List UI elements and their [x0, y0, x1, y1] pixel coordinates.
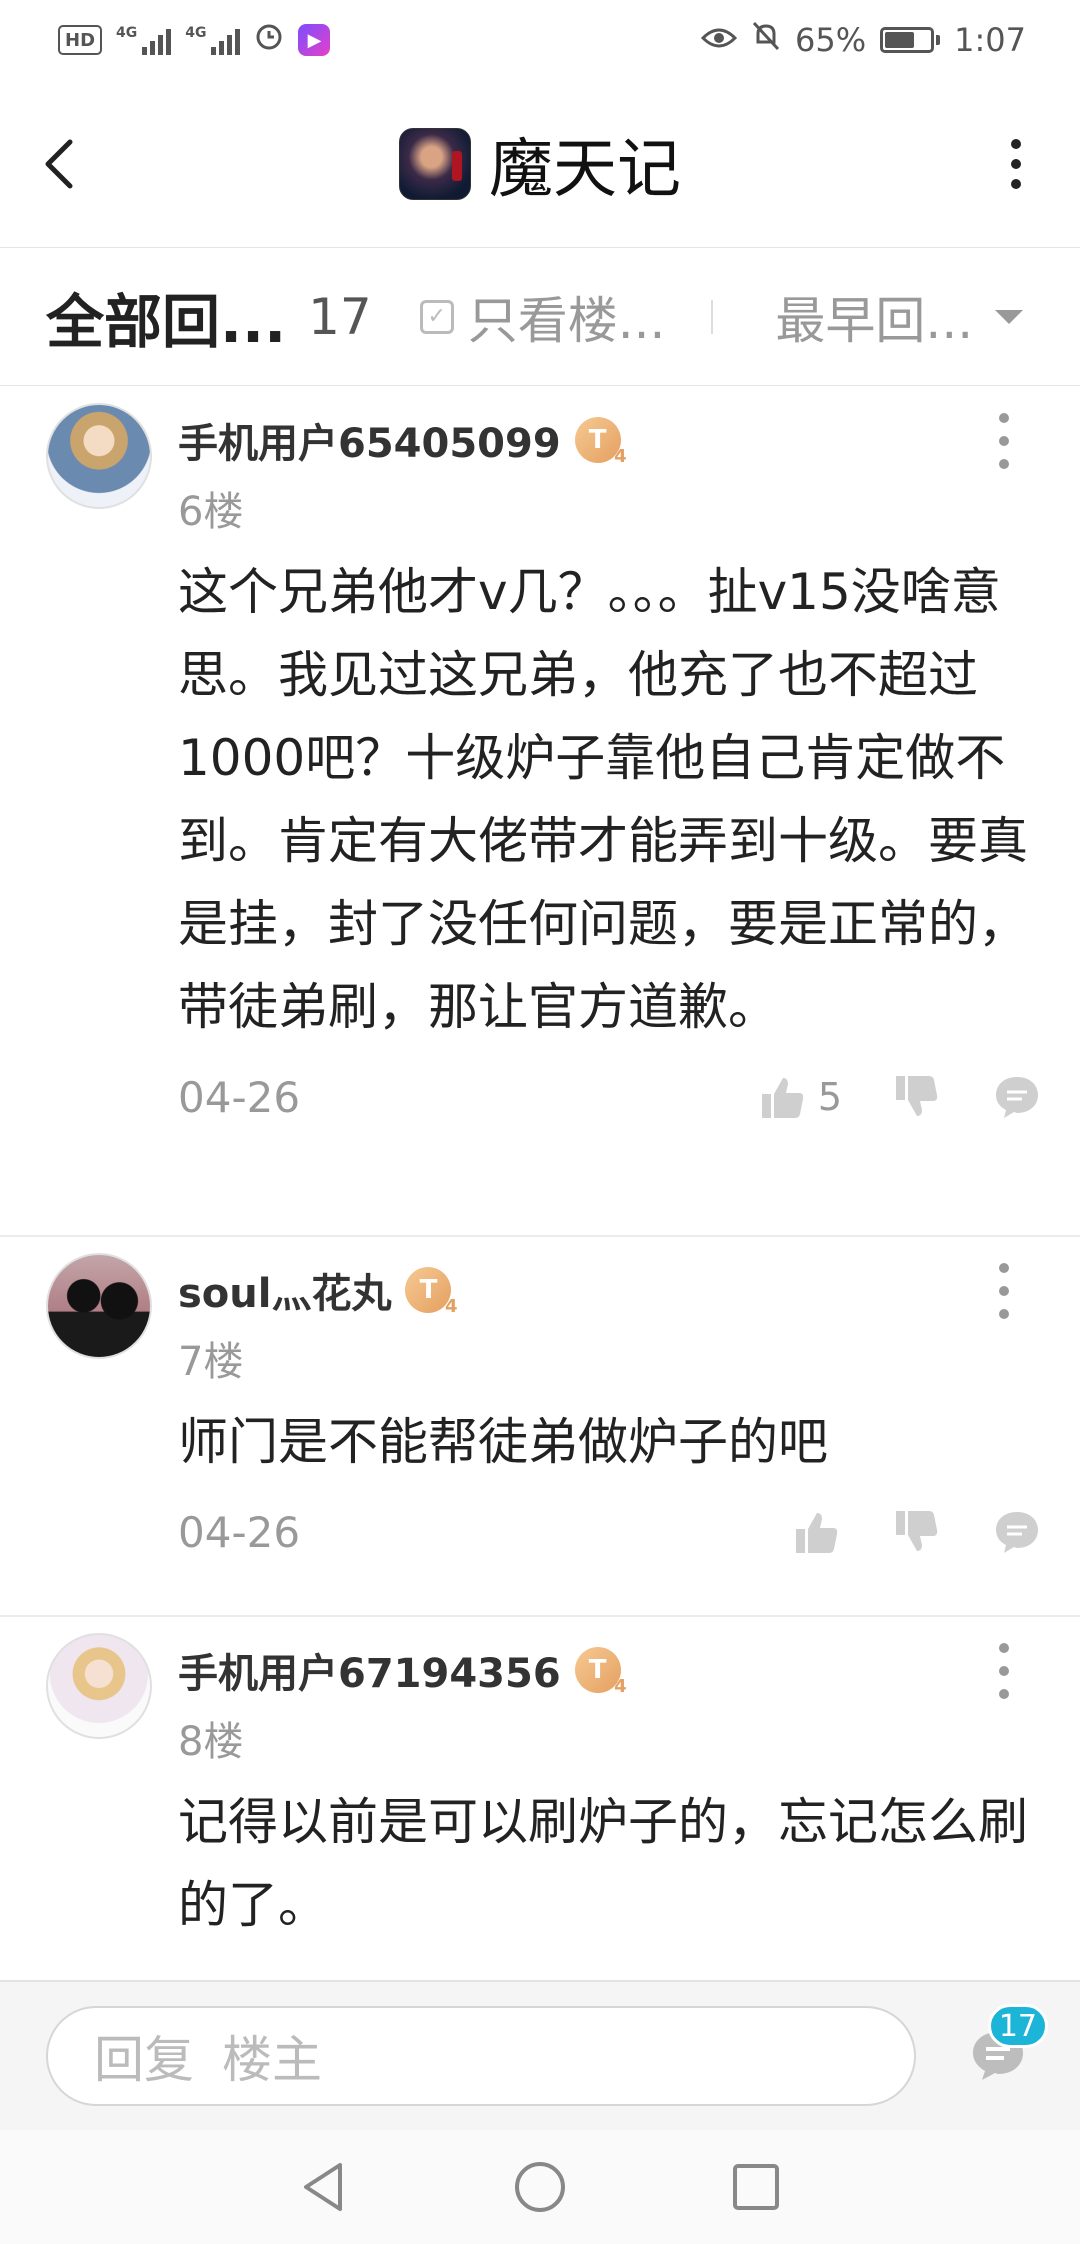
signal-icon: 4G — [185, 25, 241, 55]
status-left: HD 4G 4G ▶ — [58, 21, 331, 59]
vertical-dots-icon — [999, 413, 1009, 423]
thumbs-down-icon — [896, 1076, 938, 1116]
avatar[interactable] — [46, 1633, 152, 1739]
sort-dropdown[interactable]: 最早回... — [775, 281, 1024, 353]
post-date: 04-26 — [178, 1507, 301, 1557]
divider — [711, 299, 714, 334]
post-actions — [792, 1507, 1042, 1557]
floor-number: 6楼 — [178, 489, 244, 535]
reply-count: 17 — [308, 287, 372, 346]
list-item: 手机用户67194356 T 8楼 记得以前是可以刷炉子的，忘记怎么刷的了。 — [0, 1617, 1080, 1980]
reply-target: 楼主 — [222, 2031, 322, 2089]
only-op-label: 只看楼... — [467, 291, 666, 350]
system-nav-bar — [0, 2130, 1080, 2244]
back-button[interactable] — [40, 129, 90, 199]
level-badge: T — [574, 417, 627, 467]
thumbs-up-icon — [796, 1513, 838, 1553]
checkbox-icon[interactable]: ✓ — [419, 299, 454, 334]
forum-name: 魔天记 — [489, 132, 681, 207]
floor-number: 8楼 — [178, 1719, 244, 1765]
thumbs-up-icon — [761, 1078, 803, 1118]
reply-input[interactable]: 回复 楼主 — [46, 2006, 916, 2106]
post-menu-button[interactable] — [994, 413, 1014, 469]
dislike-button[interactable] — [892, 1072, 942, 1122]
vertical-dots-icon — [999, 1643, 1009, 1653]
user-row: 手机用户65405099 T — [178, 407, 1034, 473]
user-row: 手机用户67194356 T — [178, 1637, 1034, 1703]
comment-button[interactable] — [992, 1507, 1042, 1557]
post-actions: 5 — [758, 1072, 1042, 1122]
more-options-button[interactable] — [996, 129, 1036, 199]
username[interactable]: soul灬花丸 — [178, 1261, 391, 1319]
user-row: soul灬花丸 T — [178, 1257, 1034, 1323]
floor-number: 7楼 — [178, 1339, 244, 1385]
post-meta: 04-26 5 — [178, 1067, 1038, 1127]
level-badge: T — [574, 1647, 627, 1697]
eye-icon — [700, 21, 738, 59]
back-triangle-icon[interactable] — [296, 2159, 352, 2215]
avatar[interactable] — [46, 1253, 152, 1359]
thumbs-down-icon — [896, 1511, 938, 1551]
post-content: 师门是不能帮徒弟做炉子的吧 — [178, 1413, 828, 1471]
dislike-button[interactable] — [892, 1507, 942, 1557]
recents-square-icon[interactable] — [728, 2159, 784, 2215]
forum-title[interactable]: 魔天记 — [399, 118, 681, 210]
chevron-left-icon — [45, 139, 73, 188]
sort-label: 最早回... — [775, 291, 974, 350]
list-item: 手机用户65405099 T 6楼 这个兄弟他才v几？。。。扯v15没啥意思。我… — [0, 387, 1080, 1237]
mute-bell-icon — [751, 20, 781, 60]
forum-logo — [399, 127, 471, 200]
post-menu-button[interactable] — [994, 1643, 1014, 1699]
reply-placeholder: 回复 — [94, 2031, 194, 2089]
post-menu-button[interactable] — [994, 1263, 1014, 1319]
comment-button[interactable] — [992, 1072, 1042, 1122]
alarm-icon — [254, 21, 284, 59]
comment-bubble-icon — [996, 1512, 1038, 1553]
username[interactable]: 手机用户65405099 — [178, 411, 561, 469]
caret-down-icon — [995, 309, 1024, 324]
reply-list[interactable]: 手机用户65405099 T 6楼 这个兄弟他才v几？。。。扯v15没啥意思。我… — [0, 387, 1080, 1980]
reply-bar: 回复 楼主 17 — [0, 1980, 1080, 2130]
video-app-icon: ▶ — [298, 24, 331, 56]
comment-count-badge: 17 — [987, 2004, 1048, 2048]
post-meta: 04-26 — [178, 1502, 1038, 1562]
username[interactable]: 手机用户67194356 — [178, 1641, 561, 1699]
post-date: 04-26 — [178, 1072, 301, 1122]
list-item: soul灬花丸 T 7楼 师门是不能帮徒弟做炉子的吧 04-26 — [0, 1237, 1080, 1617]
comment-bubble-icon — [996, 1077, 1038, 1118]
only-op-toggle[interactable]: ✓ 只看楼... — [419, 281, 666, 353]
status-right: 65% 1:07 — [700, 20, 1026, 60]
vertical-dots-icon — [1011, 138, 1021, 149]
app-header: 魔天记 — [0, 80, 1080, 248]
vertical-dots-icon — [999, 1263, 1009, 1273]
signal-icon: 4G — [116, 25, 172, 55]
all-replies-tab[interactable]: 全部回... — [46, 275, 286, 359]
filter-bar: 全部回... 17 ✓ 只看楼... 最早回... — [0, 248, 1080, 386]
home-circle-icon[interactable] — [512, 2159, 568, 2215]
like-button[interactable]: 5 — [758, 1072, 842, 1122]
battery-icon — [880, 27, 941, 53]
avatar[interactable] — [46, 403, 152, 509]
level-badge: T — [405, 1267, 457, 1317]
like-count: 5 — [817, 1075, 842, 1119]
post-content: 这个兄弟他才v几？。。。扯v15没啥意思。我见过这兄弟，他充了也不超过1000吧… — [178, 563, 1028, 1036]
clock-time: 1:07 — [954, 21, 1026, 59]
battery-percent: 65% — [795, 21, 867, 59]
hd-icon: HD — [58, 25, 103, 55]
like-button[interactable] — [792, 1507, 842, 1557]
status-bar: HD 4G 4G ▶ 65% 1:07 — [0, 0, 1080, 80]
post-content: 记得以前是可以刷炉子的，忘记怎么刷的了。 — [178, 1793, 1028, 1934]
